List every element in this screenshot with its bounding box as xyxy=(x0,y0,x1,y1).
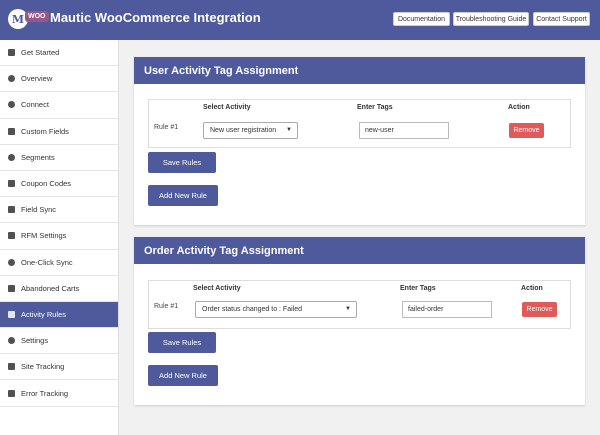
list-icon xyxy=(7,310,16,319)
contact-support-button[interactable]: Contact Support xyxy=(533,12,590,26)
order-activity-panel: Order Activity Tag Assignment Select Act… xyxy=(134,237,585,405)
activity-select[interactable]: Order status changed to : Failed ▼ xyxy=(195,301,357,318)
gears-icon xyxy=(7,336,16,345)
remove-rule-button[interactable]: Remove xyxy=(509,123,544,138)
add-new-rule-button[interactable]: Add New Rule xyxy=(148,365,218,386)
refresh-icon xyxy=(7,258,16,267)
grid-icon xyxy=(7,48,16,57)
tags-input[interactable]: failed-order xyxy=(402,301,492,318)
remove-rule-button[interactable]: Remove xyxy=(522,302,557,317)
settings-circle-icon xyxy=(7,74,16,83)
sidebar: Get Started Overview Connect Custom Fiel… xyxy=(0,40,119,435)
tag-icon xyxy=(7,179,16,188)
sidebar-item-custom-fields[interactable]: Custom Fields xyxy=(0,119,118,145)
caret-down-icon: ▼ xyxy=(345,306,351,312)
panel-title: User Activity Tag Assignment xyxy=(134,57,585,84)
sidebar-item-field-sync[interactable]: Field Sync xyxy=(0,197,118,224)
app-header: M WOO Mautic WooCommerce Integration Doc… xyxy=(0,0,600,40)
pie-chart-icon xyxy=(7,153,16,162)
column-header-activity: Select Activity xyxy=(193,285,241,292)
star-icon xyxy=(7,231,16,240)
rule-label: Rule #1 xyxy=(154,303,179,310)
woo-badge: WOO xyxy=(25,11,49,22)
activity-select[interactable]: New user registration ▼ xyxy=(203,122,298,139)
sidebar-item-site-tracking[interactable]: Site Tracking xyxy=(0,354,118,381)
exchange-icon xyxy=(7,205,16,214)
chart-line-icon xyxy=(7,362,16,371)
sidebar-item-one-click-sync[interactable]: One-Click Sync xyxy=(0,250,118,276)
link-icon xyxy=(7,100,16,109)
sidebar-item-overview[interactable]: Overview xyxy=(0,66,118,93)
column-header-tags: Enter Tags xyxy=(357,104,393,111)
sidebar-item-connect[interactable]: Connect xyxy=(0,92,118,119)
save-rules-button[interactable]: Save Rules xyxy=(148,152,216,173)
user-activity-panel: User Activity Tag Assignment Select Acti… xyxy=(134,57,585,225)
column-header-action: Action xyxy=(508,104,530,111)
troubleshooting-guide-button[interactable]: Troubleshooting Guide xyxy=(453,12,529,26)
sidebar-item-coupon-codes[interactable]: Coupon Codes xyxy=(0,171,118,198)
sidebar-item-abandoned-carts[interactable]: Abandoned Carts xyxy=(0,276,118,302)
save-rules-button[interactable]: Save Rules xyxy=(148,332,216,353)
sidebar-item-get-started[interactable]: Get Started xyxy=(0,40,118,67)
column-header-activity: Select Activity xyxy=(203,104,251,111)
rules-table: Select Activity Enter Tags Action Rule #… xyxy=(148,99,571,148)
documentation-button[interactable]: Documentation xyxy=(393,12,450,26)
add-new-rule-button[interactable]: Add New Rule xyxy=(148,185,218,206)
column-header-action: Action xyxy=(521,285,543,292)
caret-down-icon: ▼ xyxy=(286,127,292,133)
tags-input[interactable]: new-user xyxy=(359,122,449,139)
page-title: Mautic WooCommerce Integration xyxy=(50,10,261,25)
rule-label: Rule #1 xyxy=(154,124,179,131)
rules-table: Select Activity Enter Tags Action Rule #… xyxy=(148,280,571,329)
warning-icon xyxy=(7,389,16,398)
sidebar-item-rfm-settings[interactable]: RFM Settings xyxy=(0,223,118,250)
panel-title: Order Activity Tag Assignment xyxy=(134,237,585,264)
sidebar-item-settings[interactable]: Settings xyxy=(0,328,118,355)
sidebar-item-activity-rules[interactable]: Activity Rules xyxy=(0,301,118,329)
sidebar-item-segments[interactable]: Segments xyxy=(0,145,118,171)
list-icon xyxy=(7,127,16,136)
cart-icon xyxy=(7,284,16,293)
column-header-tags: Enter Tags xyxy=(400,285,436,292)
sidebar-item-error-tracking[interactable]: Error Tracking xyxy=(0,380,118,407)
